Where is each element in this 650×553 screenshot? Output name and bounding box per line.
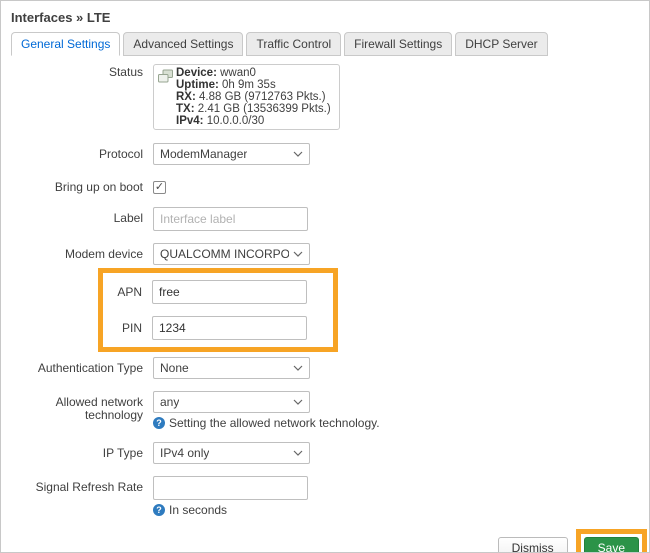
chevron-down-icon	[293, 365, 303, 371]
protocol-value: ModemManager	[160, 147, 247, 161]
status-rx-key: RX:	[176, 91, 196, 103]
signal-refresh-rate-input[interactable]	[153, 476, 308, 500]
ip-type-row: IP Type IPv4 only	[11, 442, 639, 464]
status-tx-value: 2.41 GB (13536399 Pkts.)	[195, 103, 331, 115]
tab-bar: General Settings Advanced Settings Traff…	[11, 32, 639, 56]
authentication-type-label: Authentication Type	[11, 357, 143, 375]
allowed-network-technology-row: Allowed network technology any ? Setting…	[11, 391, 639, 430]
save-highlight-box: Save	[576, 529, 647, 553]
status-device-key: Device:	[176, 67, 217, 79]
tab-firewall-settings[interactable]: Firewall Settings	[344, 32, 452, 56]
ip-type-select[interactable]: IPv4 only	[153, 442, 310, 464]
status-ipv4-value: 10.0.0.0/30	[204, 115, 265, 127]
save-button[interactable]: Save	[584, 537, 639, 553]
apn-input[interactable]	[152, 280, 307, 304]
status-ipv4-key: IPv4:	[176, 115, 204, 127]
apn-row: APN	[103, 280, 333, 304]
dialog-footer: Dismiss Save	[11, 529, 639, 553]
status-uptime-value: 0h 9m 35s	[219, 79, 276, 91]
authentication-type-select[interactable]: None	[153, 357, 310, 379]
chevron-down-icon	[293, 450, 303, 456]
bring-up-on-boot-row: Bring up on boot ✓	[11, 177, 639, 195]
bring-up-on-boot-checkbox[interactable]: ✓	[153, 181, 166, 194]
status-label: Status	[11, 64, 143, 79]
signal-refresh-rate-help: ? In seconds	[153, 503, 308, 517]
pin-input[interactable]	[152, 316, 307, 340]
label-field-label: Label	[11, 207, 143, 225]
protocol-row: Protocol ModemManager	[11, 143, 639, 165]
help-icon: ?	[153, 504, 165, 516]
status-details: Device: wwan0 Uptime: 0h 9m 35s RX: 4.88…	[176, 67, 331, 127]
label-input[interactable]	[153, 207, 308, 231]
signal-refresh-rate-label: Signal Refresh Rate	[11, 476, 143, 494]
page-title: Interfaces » LTE	[11, 10, 639, 26]
allowed-network-technology-control: any ? Setting the allowed network techno…	[153, 391, 380, 430]
allowed-network-technology-select[interactable]: any	[153, 391, 310, 413]
status-uptime-key: Uptime:	[176, 79, 219, 91]
apn-pin-highlight-box: APN PIN	[98, 268, 338, 352]
pin-row: PIN	[103, 316, 333, 340]
status-device-value: wwan0	[217, 67, 256, 79]
status-rx-value: 4.88 GB (9712763 Pkts.)	[196, 91, 326, 103]
ip-type-label: IP Type	[11, 442, 143, 460]
tab-general-settings[interactable]: General Settings	[11, 32, 120, 56]
allowed-network-technology-help: ? Setting the allowed network technology…	[153, 416, 380, 430]
modem-device-select[interactable]: QUALCOMM INCORPORATE	[153, 243, 310, 265]
signal-refresh-rate-row: Signal Refresh Rate ? In seconds	[11, 476, 639, 517]
chevron-down-icon	[293, 251, 303, 257]
apn-label: APN	[103, 280, 142, 299]
tab-traffic-control[interactable]: Traffic Control	[246, 32, 341, 56]
allowed-network-technology-value: any	[160, 395, 179, 409]
dismiss-button[interactable]: Dismiss	[498, 537, 568, 553]
network-interface-icon	[157, 68, 174, 85]
modem-device-label: Modem device	[11, 243, 143, 261]
status-row: Status Device: wwan0 Uptime: 0h 9m 35s R…	[11, 64, 639, 130]
authentication-type-value: None	[160, 361, 189, 375]
signal-refresh-rate-control: ? In seconds	[153, 476, 308, 517]
tab-advanced-settings[interactable]: Advanced Settings	[123, 32, 243, 56]
help-icon: ?	[153, 417, 165, 429]
ip-type-value: IPv4 only	[160, 446, 209, 460]
allowed-network-technology-label: Allowed network technology	[11, 391, 143, 422]
status-tx-key: TX:	[176, 103, 195, 115]
interface-settings-dialog: Interfaces » LTE General Settings Advanc…	[0, 0, 650, 553]
chevron-down-icon	[293, 399, 303, 405]
label-row: Label	[11, 207, 639, 231]
modem-device-value: QUALCOMM INCORPORATE	[160, 247, 289, 261]
signal-refresh-rate-help-text: In seconds	[169, 503, 227, 517]
protocol-label: Protocol	[11, 143, 143, 161]
tab-dhcp-server[interactable]: DHCP Server	[455, 32, 547, 56]
checkmark-icon: ✓	[155, 182, 164, 193]
status-box: Device: wwan0 Uptime: 0h 9m 35s RX: 4.88…	[153, 64, 340, 130]
chevron-down-icon	[293, 151, 303, 157]
protocol-select[interactable]: ModemManager	[153, 143, 310, 165]
pin-label: PIN	[103, 316, 142, 335]
allowed-network-technology-help-text: Setting the allowed network technology.	[169, 416, 380, 430]
authentication-type-row: Authentication Type None	[11, 357, 639, 379]
bring-up-on-boot-label: Bring up on boot	[11, 177, 143, 194]
modem-device-row: Modem device QUALCOMM INCORPORATE	[11, 243, 639, 265]
